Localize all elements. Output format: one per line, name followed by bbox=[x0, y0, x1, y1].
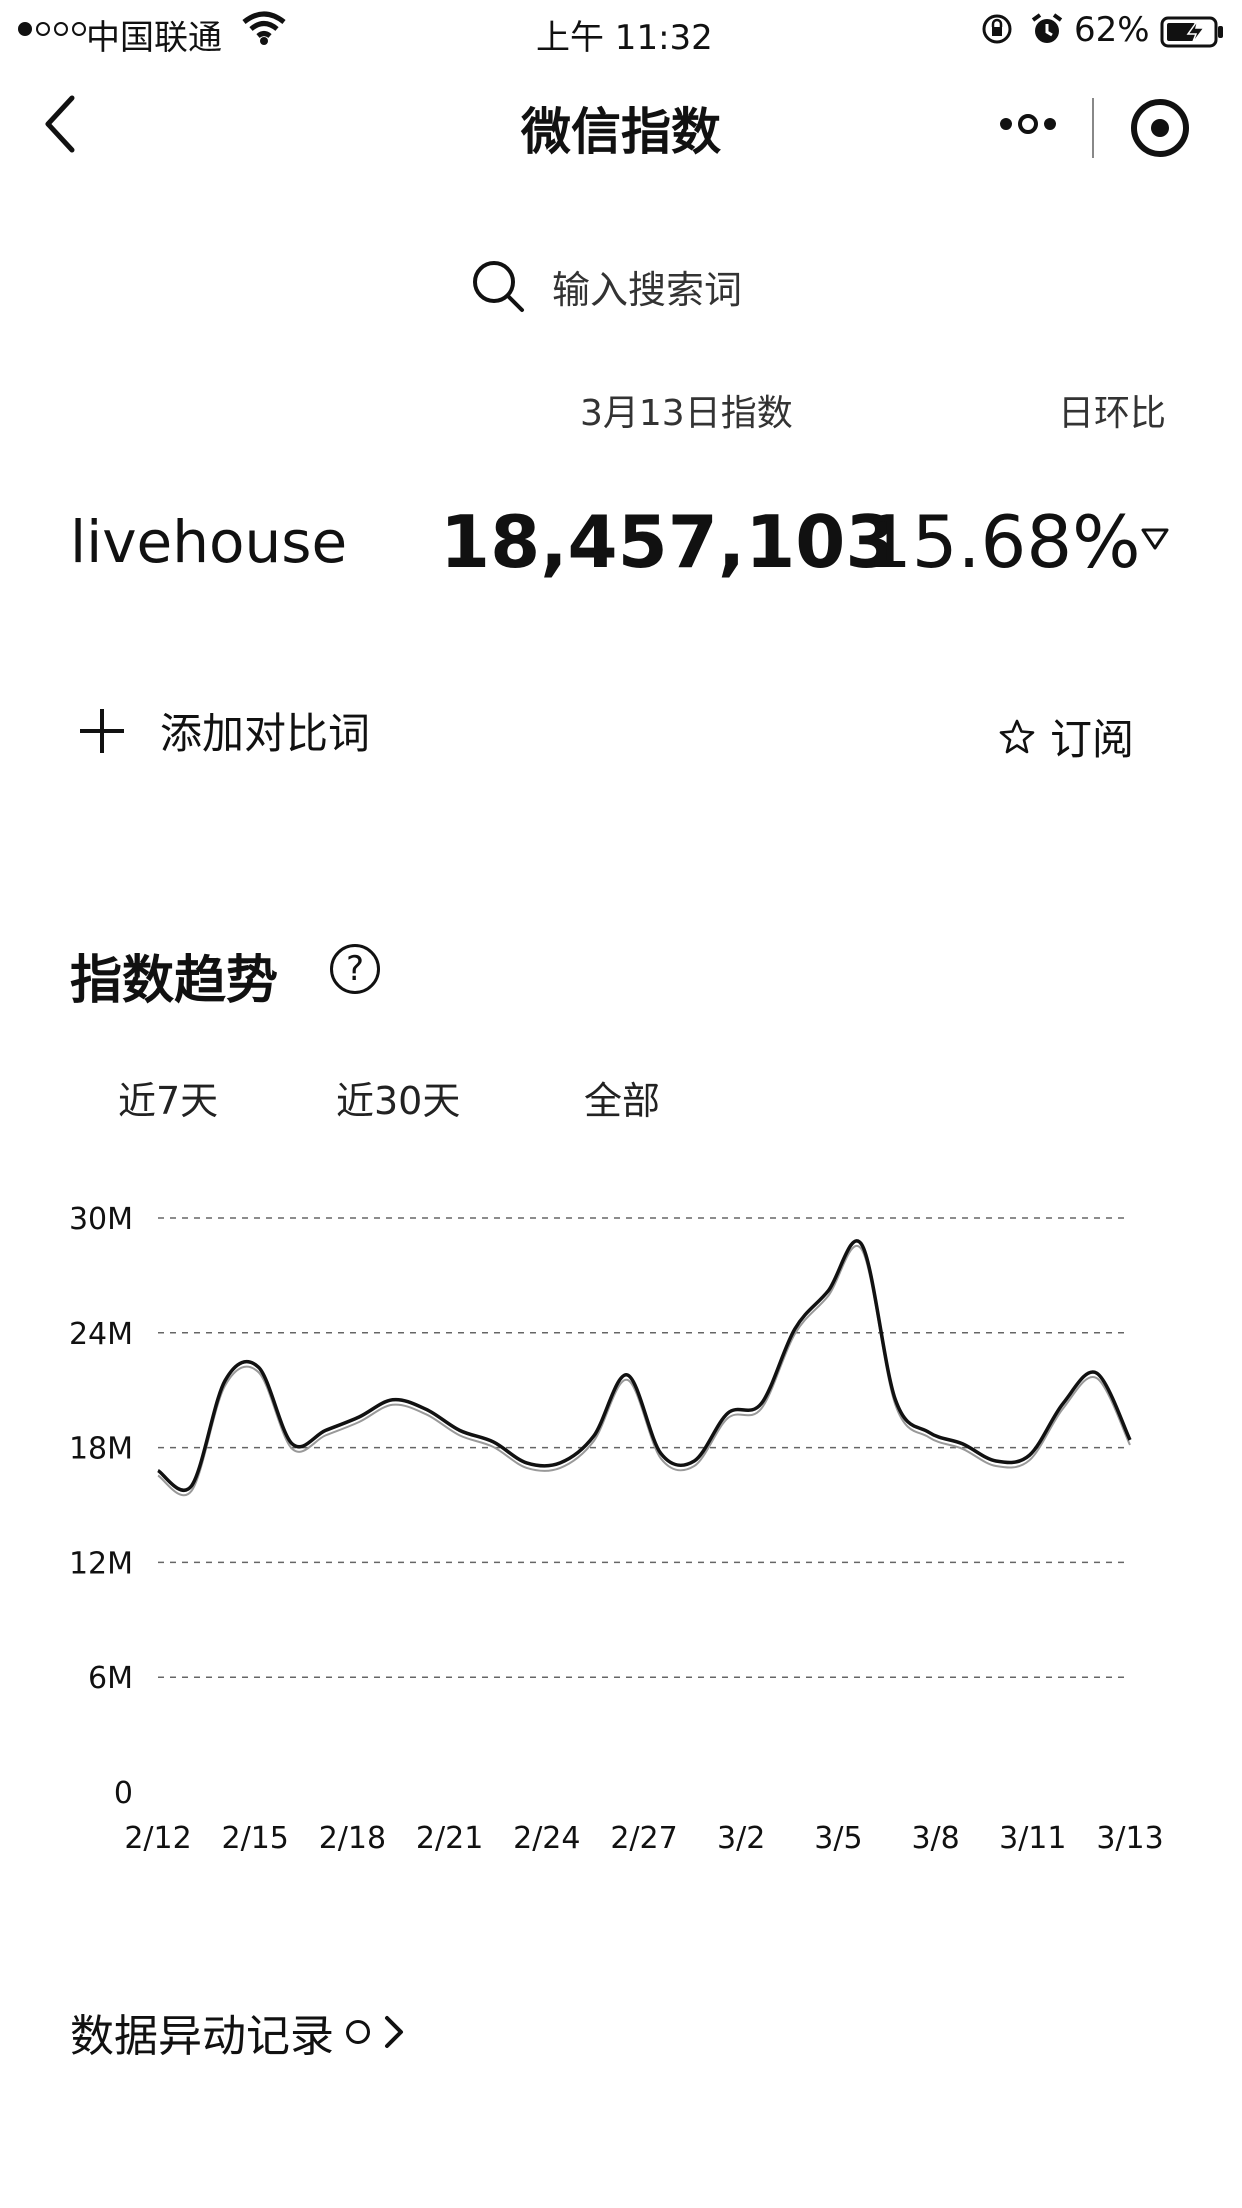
y-tick-label: 30M bbox=[69, 1202, 133, 1237]
trend-chart: 0 6M 12M 18M 24M 30M 2/12 2/15 2/18 2/21 2/24 2/27 3… bbox=[69, 1202, 1164, 1856]
down-triangle-icon bbox=[1141, 528, 1169, 550]
add-compare-button[interactable]: 添加对比词 bbox=[78, 700, 370, 761]
add-compare-label: 添加对比词 bbox=[160, 709, 371, 758]
subscribe-button[interactable]: 订阅 bbox=[998, 706, 1134, 767]
status-time: 上午 11:32 bbox=[536, 18, 713, 58]
rotation-lock-icon bbox=[982, 14, 1012, 44]
x-tick-label: 3/5 bbox=[814, 1821, 862, 1856]
dot-icon bbox=[346, 2020, 370, 2044]
tab-30-days[interactable]: 近30天 bbox=[336, 1070, 460, 1125]
data-records-link[interactable]: 数据异动记录 bbox=[70, 2000, 406, 2064]
search-icon bbox=[473, 261, 524, 312]
help-icon[interactable]: ? bbox=[330, 944, 380, 994]
x-tick-label: 2/12 bbox=[124, 1821, 191, 1856]
subscribe-label: 订阅 bbox=[1050, 715, 1135, 764]
x-tick-label: 3/2 bbox=[717, 1821, 765, 1856]
x-tick-label: 3/8 bbox=[911, 1821, 959, 1856]
trend-title: 指数趋势 bbox=[70, 951, 279, 1011]
x-tick-label: 2/18 bbox=[319, 1821, 386, 1856]
y-tick-label: 18M bbox=[69, 1432, 133, 1467]
series-line bbox=[156, 1239, 1132, 1492]
x-tick-label: 2/27 bbox=[610, 1821, 677, 1856]
index-value: 18,457,103 bbox=[440, 500, 896, 584]
alarm-icon bbox=[1031, 13, 1063, 43]
capsule-divider bbox=[1092, 98, 1094, 158]
keyword: livehouse bbox=[70, 508, 348, 576]
search-input[interactable]: 输入搜索词 bbox=[552, 259, 742, 314]
plus-icon bbox=[80, 708, 124, 753]
x-tick-label: 3/11 bbox=[999, 1821, 1066, 1856]
y-tick-label: 6M bbox=[88, 1661, 133, 1696]
records-label: 数据异动记录 bbox=[70, 2011, 334, 2062]
tab-all[interactable]: 全部 bbox=[584, 1070, 660, 1125]
battery-charging-icon bbox=[1160, 16, 1223, 48]
index-date-label: 3月13日指数 bbox=[580, 393, 793, 434]
y-tick-label: 24M bbox=[69, 1317, 133, 1352]
more-icon[interactable] bbox=[996, 104, 1060, 144]
x-tick-label: 2/24 bbox=[513, 1821, 580, 1856]
ratio-value: 15.68% bbox=[866, 500, 1141, 584]
search-bar[interactable]: 输入搜索词 bbox=[470, 258, 742, 314]
target-icon[interactable] bbox=[1128, 96, 1192, 160]
x-tick-label: 3/13 bbox=[1096, 1821, 1163, 1856]
wifi-icon bbox=[242, 11, 286, 45]
ratio-label: 日环比 bbox=[1058, 393, 1167, 434]
x-tick-label: 2/21 bbox=[416, 1821, 483, 1856]
battery-percent: 62% bbox=[1074, 10, 1150, 50]
tab-7-days[interactable]: 近7天 bbox=[118, 1070, 218, 1125]
chevron-right-icon bbox=[385, 2016, 403, 2048]
y-tick-label: 0 bbox=[114, 1776, 133, 1811]
y-tick-label: 12M bbox=[69, 1546, 133, 1581]
signal-icon bbox=[18, 22, 86, 36]
x-tick-label: 2/15 bbox=[222, 1821, 289, 1856]
star-icon bbox=[999, 719, 1035, 753]
carrier-name: 中国联通 bbox=[86, 18, 222, 58]
